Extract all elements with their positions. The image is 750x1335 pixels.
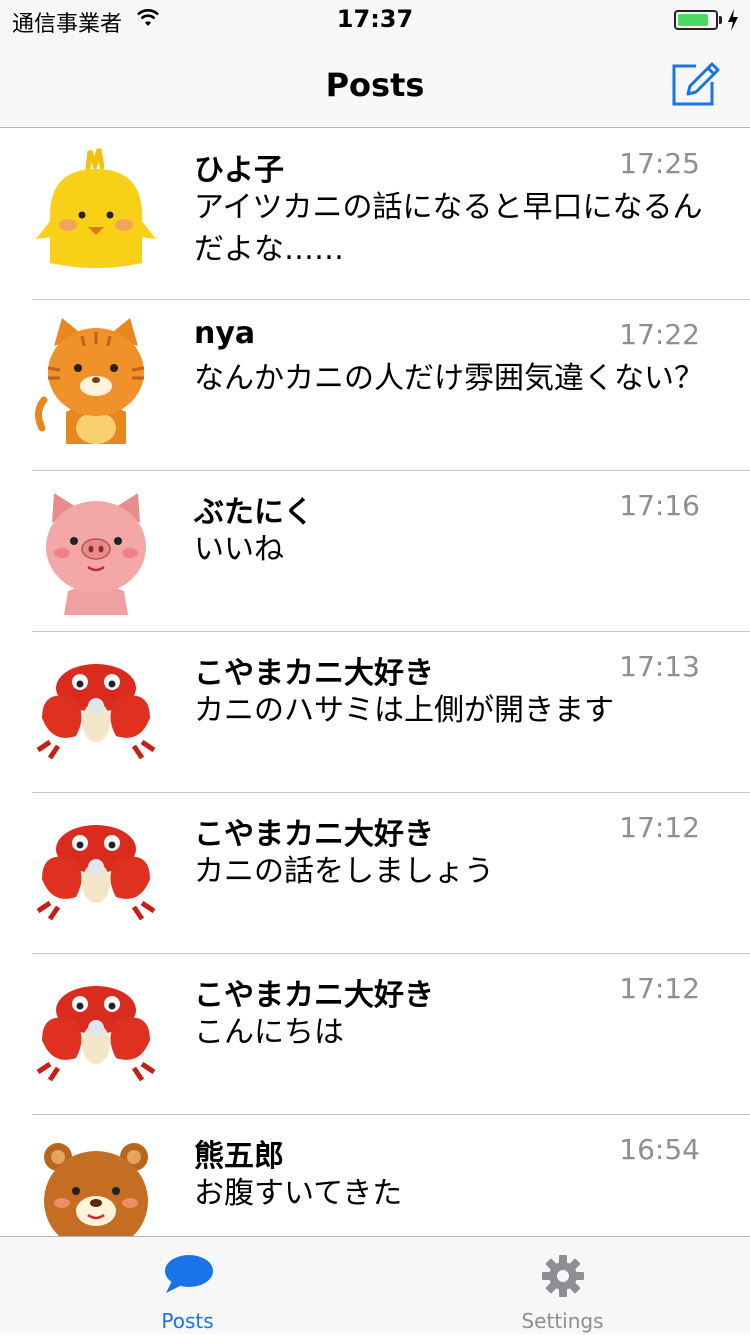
post-author: 熊五郎 <box>194 1139 284 1174</box>
post-time: 17:12 <box>619 811 700 844</box>
page-title: Posts <box>325 66 425 104</box>
post-time: 16:54 <box>619 1133 700 1166</box>
list-item[interactable]: ぶたにく 17:16 いいね <box>0 471 750 632</box>
post-time: 17:25 <box>619 147 700 180</box>
post-message: カニの話をしましょう <box>194 854 494 889</box>
post-time: 17:13 <box>619 650 700 683</box>
list-item[interactable]: こやまカニ大好き 17:13 カニのハサミは上側が開きます <box>0 632 750 793</box>
tab-label: Posts <box>161 1309 214 1333</box>
post-message: アイツカニの話になると早口になるんだよな…… <box>194 190 703 267</box>
tab-posts[interactable]: Posts <box>0 1237 375 1335</box>
cat-avatar <box>35 318 145 444</box>
crab-avatar <box>36 986 156 1082</box>
post-time: 17:16 <box>619 489 700 522</box>
list-item[interactable]: こやまカニ大好き 17:12 カニの話をしましょう <box>0 793 750 954</box>
post-message: なんかカニの人だけ雰囲気違くない？ <box>194 361 704 396</box>
charging-bolt-icon <box>728 9 738 31</box>
post-time: 17:22 <box>619 318 700 351</box>
list-item[interactable]: こやまカニ大好き 17:12 こんにちは <box>0 954 750 1115</box>
post-time: 17:12 <box>619 972 700 1005</box>
posts-list: ひよ子 17:25 アイツカニの話になると早口になるんだよな…… nya 17:… <box>0 129 750 1276</box>
list-item[interactable]: nya 17:22 なんかカニの人だけ雰囲気違くない？ <box>0 300 750 471</box>
post-message: こんにちは <box>194 1015 344 1050</box>
post-message: カニのハサミは上側が開きます <box>194 693 614 728</box>
battery-icon <box>674 10 718 30</box>
post-author: こやまカニ大好き <box>194 978 434 1013</box>
compose-icon[interactable] <box>668 58 722 110</box>
status-time: 17:37 <box>336 5 414 33</box>
chat-bubble-icon <box>164 1255 213 1293</box>
post-author: こやまカニ大好き <box>194 817 434 852</box>
navigation-bar: Posts <box>0 40 750 128</box>
post-author: こやまカニ大好き <box>194 656 434 691</box>
post-author: ぶたにく <box>194 495 314 530</box>
battery-tip <box>719 16 722 24</box>
status-bar: 通信事業者 17:37 <box>0 0 750 40</box>
crab-avatar <box>36 664 156 760</box>
pig-avatar <box>46 493 146 615</box>
gear-icon <box>541 1255 584 1297</box>
tab-settings[interactable]: Settings <box>375 1237 750 1335</box>
chick-avatar <box>36 148 156 268</box>
tab-label: Settings <box>521 1309 604 1333</box>
list-item[interactable]: ひよ子 17:25 アイツカニの話になると早口になるんだよな…… <box>0 129 750 300</box>
post-author: nya <box>194 316 256 351</box>
crab-avatar <box>36 825 156 921</box>
tab-bar: Posts Settings <box>0 1236 750 1334</box>
post-message: お腹すいてきた <box>194 1176 403 1211</box>
post-message: いいね <box>194 532 284 567</box>
post-author: ひよ子 <box>194 153 284 188</box>
